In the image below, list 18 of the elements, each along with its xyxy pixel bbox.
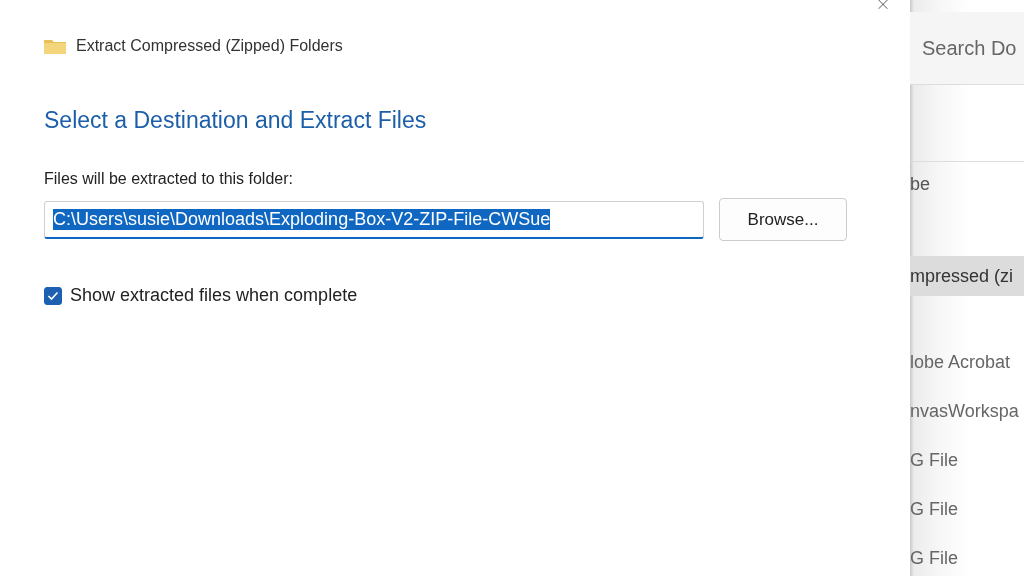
checkbox-label: Show extracted files when complete [70,285,358,306]
checkmark-icon [47,290,59,301]
dialog-heading: Select a Destination and Extract Files [44,107,428,134]
file-type-item[interactable]: G File [910,489,1024,529]
window-title: Extract Compressed (Zipped) Folders [76,37,343,55]
browse-button[interactable]: Browse... [719,198,847,241]
file-type-item[interactable]: mpressed (zi [910,256,1024,296]
checkbox[interactable] [44,286,62,305]
destination-label: Files will be extracted to this folder: [44,170,294,188]
file-type-item[interactable]: lobe Acrobat [910,342,1024,382]
file-type-item[interactable]: G File [910,538,1024,576]
destination-field[interactable]: C:\Users\susie\Downloads\Exploding-Box-V2-ZIP-File-CWSue [44,200,704,239]
file-type-item[interactable]: nvasWorkspa [910,391,1024,431]
folder-icon [44,38,66,54]
search-field[interactable]: Search Do [910,12,1024,85]
close-icon[interactable] [875,0,891,10]
file-type-item[interactable]: G File [910,440,1024,480]
file-type-item[interactable]: be [910,164,1024,204]
